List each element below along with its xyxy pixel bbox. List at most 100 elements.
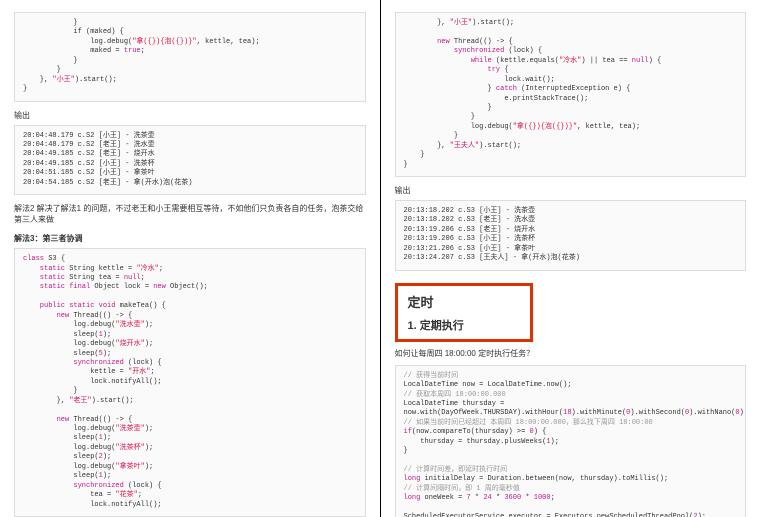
- code-cm: // 获取本周四 18:00:00.000: [404, 391, 506, 399]
- code-cm: // 计算时间差，即延时执行时间: [404, 466, 508, 474]
- code-line: ScheduledExecutorService executor = Exec…: [404, 513, 694, 517]
- code-lit: 1000: [534, 494, 551, 502]
- code-line: );: [145, 463, 153, 471]
- code-string: "拿({}){泡({})}": [132, 38, 196, 46]
- code-line: String tea =: [65, 274, 124, 282]
- code-line: (kettle.equals(: [492, 57, 559, 65]
- code-string: "老王": [69, 397, 91, 405]
- code-line: lock.notifyAll();: [23, 501, 162, 509]
- code-kw: static: [23, 265, 65, 273]
- code-kw: true: [124, 47, 141, 55]
- code-line: sleep(: [23, 472, 99, 480]
- code-line: );: [145, 321, 153, 329]
- code-line: kettle =: [23, 368, 128, 376]
- highlighted-box-title: 定时: [408, 292, 520, 311]
- code-line: LocalDateTime now = LocalDateTime.now();: [404, 381, 572, 389]
- code-line: },: [404, 19, 450, 27]
- code-line: }: [23, 387, 78, 395]
- code-kw: new: [23, 312, 69, 320]
- code-line: (lock) {: [124, 359, 162, 367]
- out-line: 20:04:54.185 c.S2 [老王] - 拿(开水)泡(花茶): [23, 179, 192, 187]
- code-line: }: [23, 85, 27, 93]
- right-output-block-1: 20:13:18.202 c.S3 [小王] - 洗茶壶 20:13:18.20…: [395, 200, 747, 271]
- code-line: },: [404, 142, 450, 150]
- code-line: ).start();: [479, 142, 521, 150]
- right-output-label: 输出: [395, 185, 747, 196]
- code-kw: synchronized: [404, 47, 505, 55]
- code-line: }: [23, 57, 78, 65]
- code-line: log.debug(: [23, 321, 115, 329]
- code-kw: public static void: [23, 302, 115, 310]
- code-line: sleep(: [23, 434, 99, 442]
- code-string: "拿茶叶": [115, 463, 144, 471]
- code-line: tea =: [23, 491, 115, 499]
- left-output-block-1: 20:04:48.179 c.S2 [小王] - 洗茶壶 20:04:48.17…: [14, 125, 366, 196]
- code-line: (lock) {: [504, 47, 542, 55]
- code-string: "冷水": [559, 57, 581, 65]
- code-line: );: [103, 472, 111, 480]
- code-line: );: [103, 453, 111, 461]
- code-line: );: [698, 513, 706, 517]
- left-column: } if (maked) { log.debug("拿({}){泡({})}",…: [0, 0, 380, 517]
- code-line: ).start();: [472, 19, 514, 27]
- code-line: );: [103, 434, 111, 442]
- code-line: (lock) {: [124, 482, 162, 490]
- code-string: "王夫人": [450, 142, 479, 150]
- code-line: {: [500, 66, 508, 74]
- code-line: makeTea() {: [115, 302, 165, 310]
- out-line: 20:04:49.185 c.S2 [老王] - 烧开水: [23, 150, 155, 158]
- code-line: thursday = thursday.plusWeeks(: [404, 438, 547, 446]
- code-line: }: [404, 85, 496, 93]
- code-line: ;: [150, 368, 154, 376]
- code-line: e.printStackTrace();: [404, 95, 589, 103]
- code-kw: long: [404, 494, 421, 502]
- right-paragraph: 如何让每周四 18:00:00 定时执行任务？: [395, 348, 747, 359]
- code-line: },: [23, 76, 52, 84]
- left-code-block-1: } if (maked) { log.debug("拿({}){泡({})}",…: [14, 12, 366, 102]
- code-line: log.debug(: [23, 444, 115, 452]
- code-line: sleep(: [23, 453, 99, 461]
- code-kw: null: [124, 274, 141, 282]
- code-line: );: [145, 340, 153, 348]
- code-line: }: [23, 19, 78, 27]
- code-line: ).start();: [75, 76, 117, 84]
- code-line: log.debug(: [23, 463, 115, 471]
- code-string: "小王": [450, 19, 472, 27]
- code-line: maked =: [23, 47, 124, 55]
- code-line: }: [404, 161, 408, 169]
- code-line: if (maked) {: [23, 28, 124, 36]
- code-line: (InterruptedException e) {: [517, 85, 630, 93]
- code-line: Thread(() -> {: [69, 312, 132, 320]
- code-line: );: [740, 409, 746, 417]
- code-line: ;: [138, 491, 142, 499]
- code-line: }: [23, 66, 61, 74]
- code-string: "洗茶壶": [115, 425, 144, 433]
- code-line: },: [23, 397, 69, 405]
- code-line: sleep(: [23, 331, 99, 339]
- code-line: ;: [141, 47, 145, 55]
- code-string: "冷水": [136, 265, 158, 273]
- code-line: log.debug(: [23, 425, 115, 433]
- code-line: }: [404, 113, 475, 121]
- out-line: 20:04:51.185 c.S2 [小王] - 拿茶叶: [23, 169, 155, 177]
- code-kw: long: [404, 475, 421, 483]
- code-kw: null: [632, 57, 649, 65]
- code-line: ) || tea ==: [581, 57, 631, 65]
- code-line: initialDelay = Duration.between(now, thu…: [420, 475, 668, 483]
- code-line: lock.notifyAll();: [23, 378, 162, 386]
- code-line: Object lock =: [90, 283, 153, 291]
- code-string: "开水": [128, 368, 150, 376]
- code-line: ;: [141, 274, 145, 282]
- code-string: "洗茶杯": [115, 444, 144, 452]
- highlighted-box: 定时 1. 定期执行: [395, 283, 533, 342]
- right-code-block-1: }, "小王").start(); new Thread(() -> { syn…: [395, 12, 747, 177]
- out-line: 20:04:49.185 c.S2 [小王] - 洗茶杯: [23, 160, 155, 168]
- code-kw: try: [404, 66, 501, 74]
- out-line: 20:13:18.202 c.S3 [老王] - 洗水壶: [404, 216, 536, 224]
- code-line: LocalDateTime thursday =: [404, 400, 505, 408]
- code-line: ) {: [534, 428, 547, 436]
- out-line: 20:13:19.206 c.S3 [老王] - 烧开水: [404, 226, 536, 234]
- code-line: *: [492, 494, 505, 502]
- right-column: }, "小王").start(); new Thread(() -> { syn…: [381, 0, 760, 517]
- code-kw: synchronized: [23, 359, 124, 367]
